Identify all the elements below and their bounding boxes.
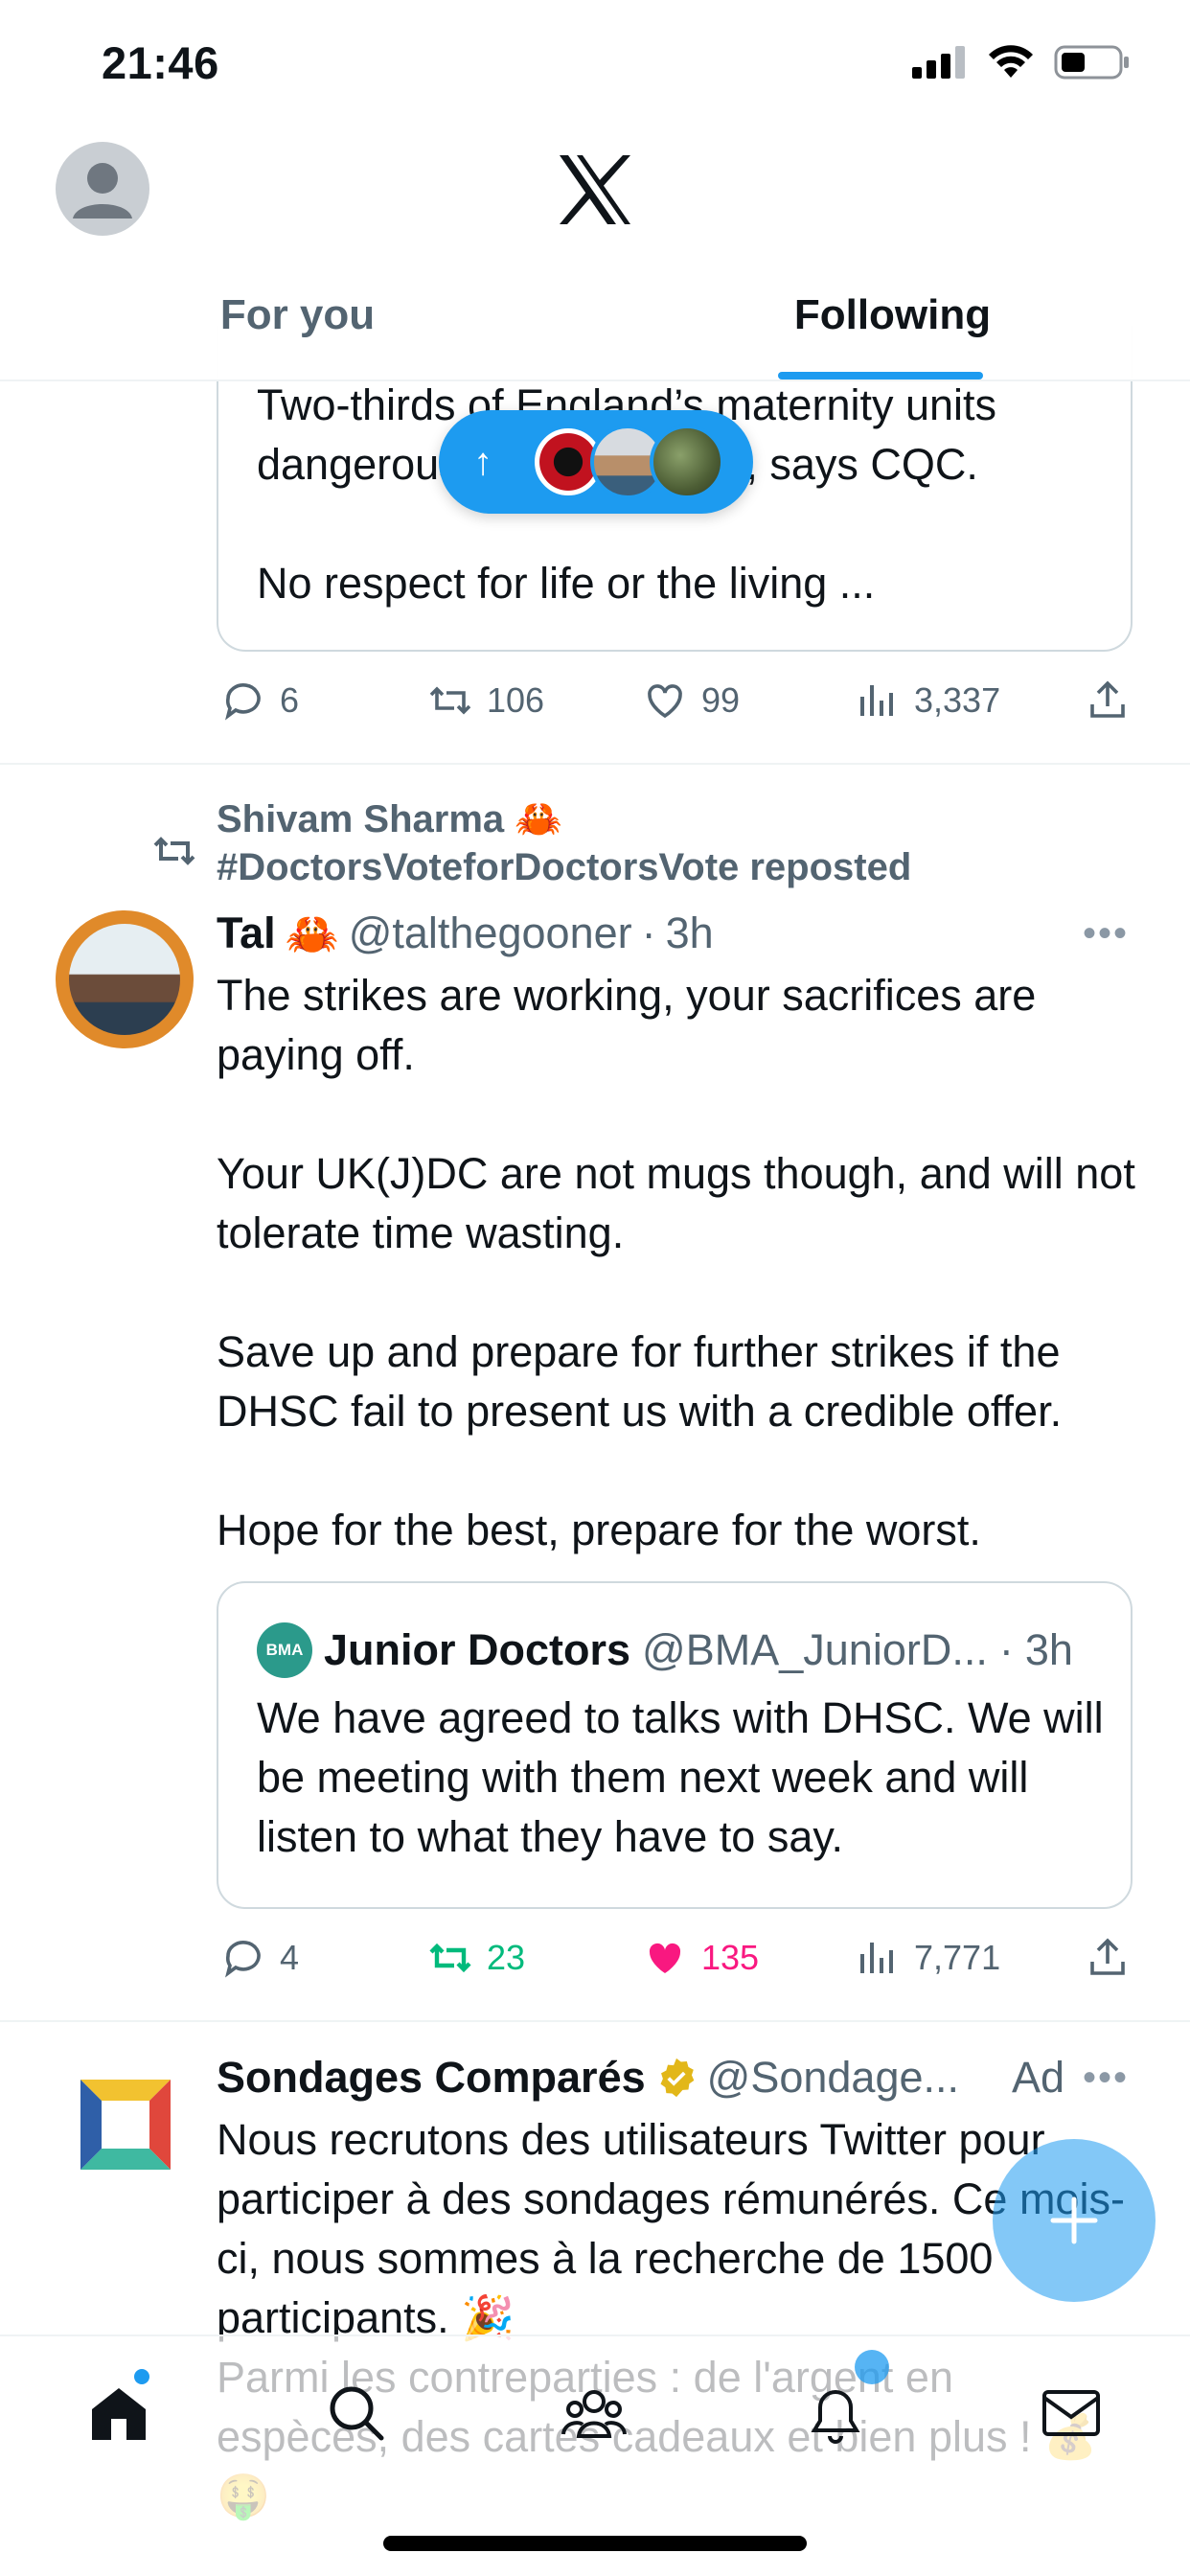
- heart-icon: [648, 684, 682, 719]
- home-icon[interactable]: [84, 2379, 153, 2448]
- home-notification-dot: [134, 2369, 149, 2384]
- notifications-badge: [855, 2350, 889, 2384]
- advertiser-name[interactable]: Sondages Comparés: [217, 2053, 646, 2103]
- like-count: 99: [701, 680, 741, 720]
- quoted-post-card[interactable]: BMA Junior Doctors @BMA_JuniorD... · 3h …: [217, 1581, 1133, 1909]
- arrow-up-icon: ↑: [473, 440, 492, 483]
- reply-button[interactable]: 4: [220, 1935, 299, 1981]
- repost-icon: [153, 837, 195, 865]
- tab-for-you[interactable]: For you: [0, 284, 595, 381]
- views-button[interactable]: 7,771: [855, 1935, 1000, 1981]
- status-icons: [912, 44, 1131, 80]
- dot-separator: ·: [641, 908, 656, 957]
- like-button[interactable]: 135: [642, 1935, 759, 1981]
- communities-icon[interactable]: [560, 2379, 629, 2448]
- wifi-icon: [989, 45, 1033, 78]
- repost-icon: [429, 686, 471, 715]
- feed-tabs: For you Following: [0, 284, 1190, 381]
- author-emoji: 🦀: [285, 908, 339, 958]
- home-indicator: [383, 2536, 807, 2551]
- post-time: 3h: [665, 908, 714, 957]
- reply-icon: [225, 1941, 261, 1978]
- search-icon[interactable]: [322, 2379, 391, 2448]
- more-options-icon[interactable]: •••: [1083, 2049, 1129, 2106]
- tab-following[interactable]: Following: [595, 284, 1190, 381]
- quoted-post-header: BMA Junior Doctors @BMA_JuniorD... · 3h: [257, 1622, 1073, 1679]
- advertiser-handle[interactable]: @Sondage...: [707, 2053, 959, 2103]
- signal-icon: [912, 46, 965, 79]
- messages-icon[interactable]: [1037, 2379, 1106, 2448]
- reply-icon: [225, 683, 261, 721]
- more-options-icon[interactable]: •••: [1083, 905, 1129, 962]
- pill-avatar: [650, 425, 724, 499]
- verified-badge-icon: [660, 2058, 694, 2098]
- views-button[interactable]: 3,337: [855, 678, 1000, 724]
- quoted-author-handle: @BMA_JuniorD...: [642, 1625, 988, 1674]
- quoted-post-time: 3h: [1024, 1625, 1073, 1674]
- compose-post-button[interactable]: [993, 2139, 1156, 2302]
- notifications-icon[interactable]: [801, 2379, 870, 2448]
- post-actions: 6 106 99 3,337: [217, 667, 1133, 734]
- avatar-photo: [69, 924, 180, 1035]
- post-actions: 4 23 135 7,771: [217, 1924, 1133, 1991]
- views-count: 3,337: [914, 680, 1001, 720]
- repost-button[interactable]: 106: [427, 678, 544, 724]
- post-header: Tal 🦀 @talthegooner · 3h: [217, 905, 714, 962]
- post-text: The strikes are working, your sacrifices…: [217, 971, 1135, 1554]
- author-handle[interactable]: @talthegooner: [349, 908, 632, 958]
- ad-header: Sondages Comparés @Sondage...: [217, 2049, 959, 2106]
- views-count: 7,771: [914, 1938, 1001, 1977]
- reply-count: 4: [280, 1938, 300, 1977]
- new-posts-pill[interactable]: ↑: [439, 410, 753, 514]
- repost-count: 23: [487, 1938, 526, 1977]
- repost-icon: [429, 1943, 471, 1973]
- dot-separator: ·: [998, 1625, 1014, 1674]
- author-avatar[interactable]: [56, 910, 194, 1048]
- share-button[interactable]: [1085, 1935, 1131, 1981]
- post-divider: [0, 2020, 1190, 2022]
- reposted-by-text: Shivam Sharma 🦀 #DoctorsVoteforDoctorsVo…: [217, 798, 912, 888]
- x-logo-icon[interactable]: [556, 153, 634, 226]
- heart-filled-icon: [649, 1943, 681, 1973]
- ad-label: Ad: [1012, 2053, 1065, 2102]
- post-divider: [0, 763, 1190, 765]
- battery-icon: [1054, 45, 1129, 80]
- profile-avatar[interactable]: [56, 142, 149, 236]
- like-button[interactable]: 99: [642, 678, 740, 724]
- quoted-author-name: Junior Doctors: [324, 1625, 631, 1674]
- views-icon: [860, 685, 893, 716]
- share-icon: [1090, 680, 1125, 718]
- status-time: 21:46: [102, 37, 219, 88]
- share-icon: [1090, 1938, 1125, 1975]
- top-header: 21:46 For you Following: [0, 0, 1190, 381]
- like-count: 135: [701, 1938, 760, 1977]
- repost-count: 106: [487, 680, 545, 720]
- default-avatar-icon: [73, 163, 132, 218]
- author-name[interactable]: Tal: [217, 908, 276, 958]
- reply-button[interactable]: 6: [220, 678, 299, 724]
- repost-button[interactable]: 23: [427, 1935, 525, 1981]
- plus-icon: [1050, 2196, 1098, 2244]
- bma-logo-icon: BMA: [257, 1622, 312, 1678]
- share-button[interactable]: [1085, 678, 1131, 724]
- reply-count: 6: [280, 680, 300, 720]
- active-tab-indicator: [778, 372, 983, 380]
- advertiser-logo-icon[interactable]: [80, 2080, 171, 2170]
- views-icon: [860, 1943, 893, 1973]
- status-bar: 21:46: [0, 0, 1190, 125]
- quoted-post-text: We have agreed to talks with DHSC. We wi…: [257, 1693, 1104, 1861]
